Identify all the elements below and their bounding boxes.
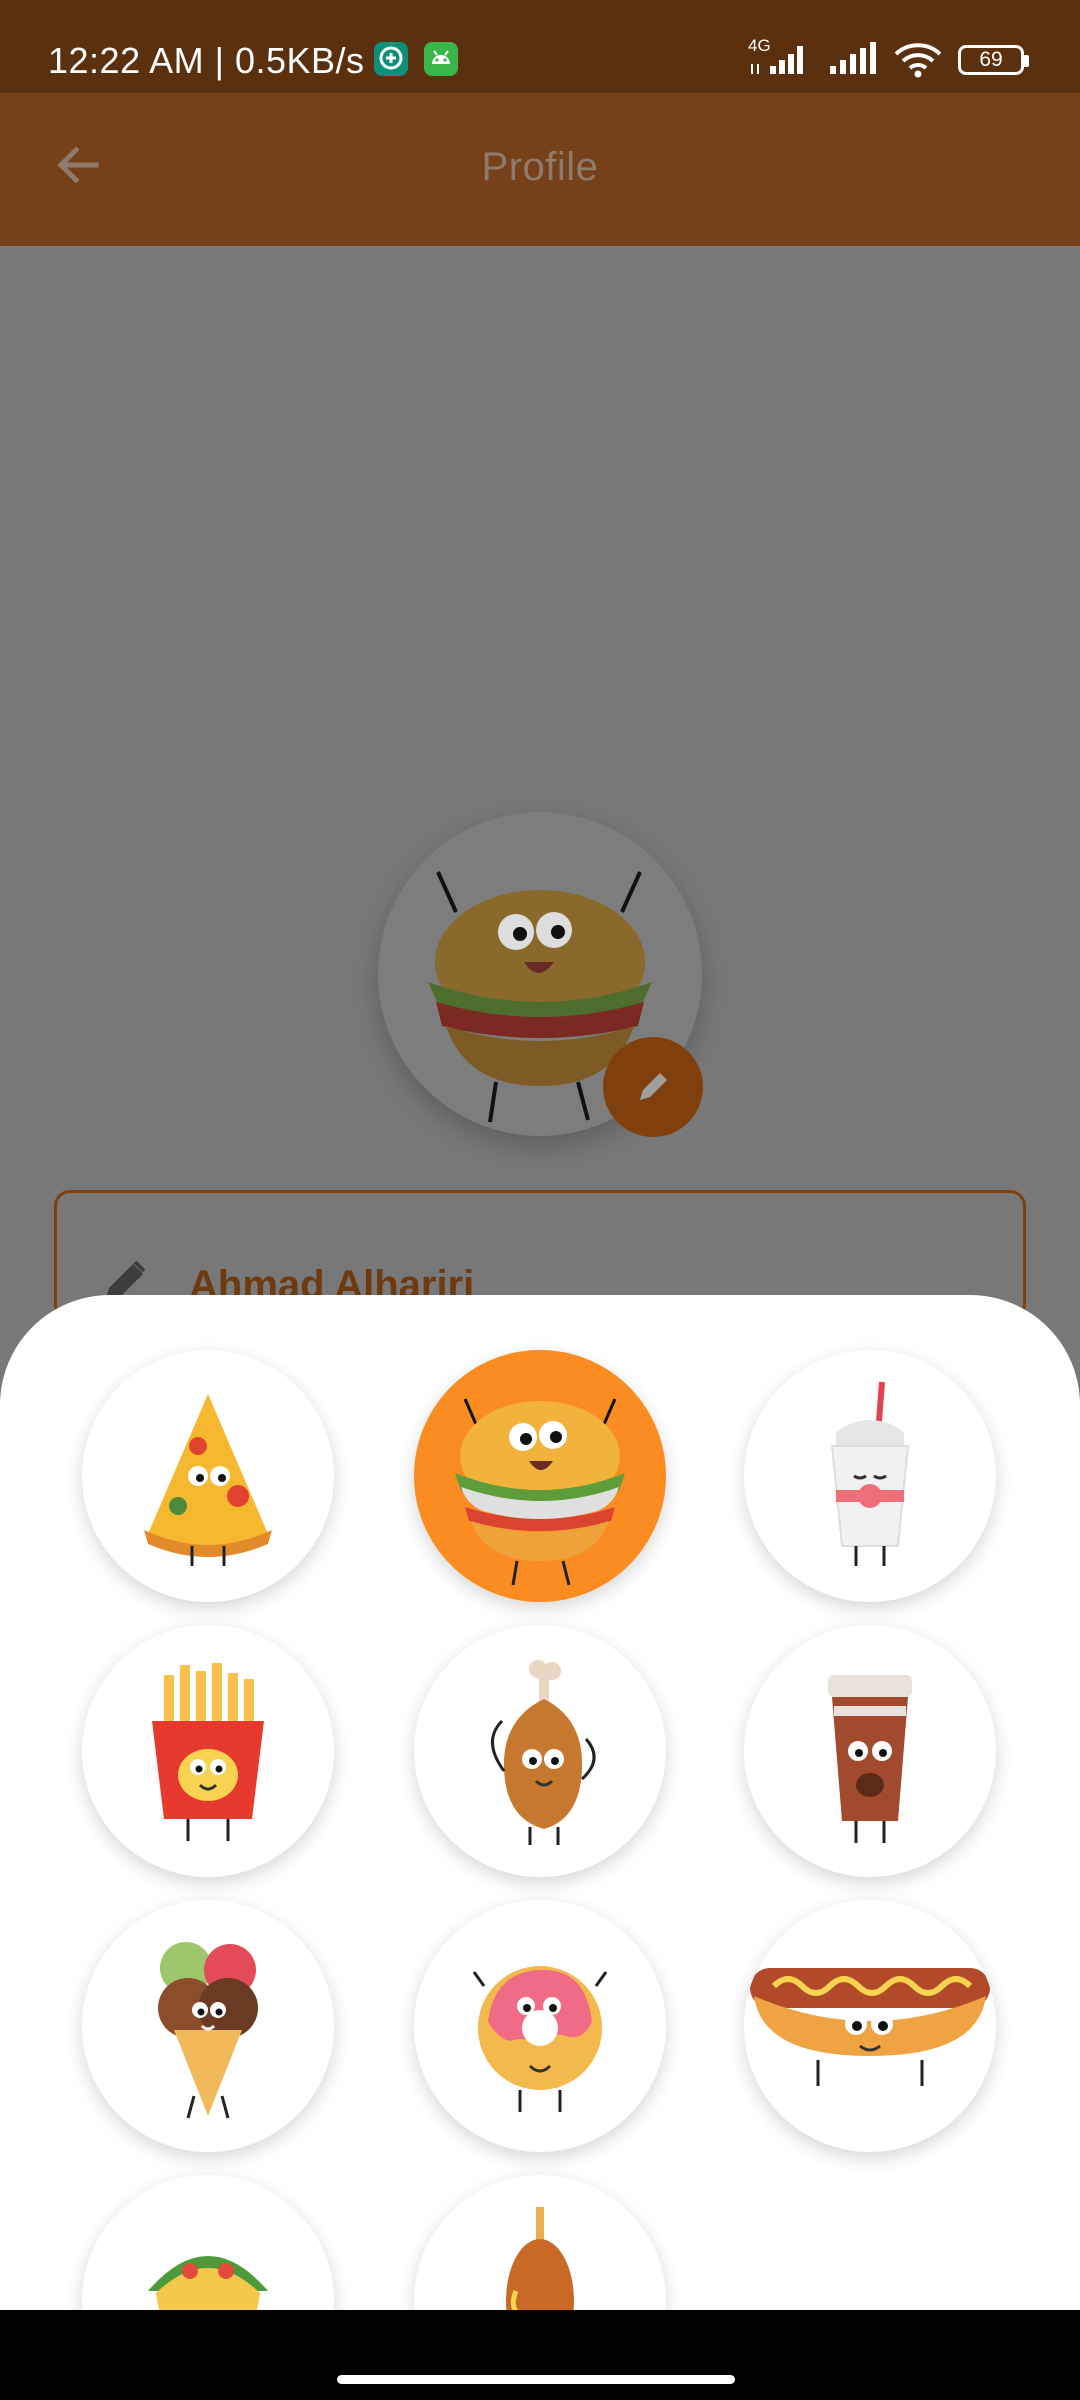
avatar-option-soda[interactable] xyxy=(744,1350,996,1602)
signal-4g-icon: 4G xyxy=(748,36,812,80)
status-bar: 12:22 AM | 0.5KB/s 4G 69 xyxy=(0,0,1080,93)
signal-icon xyxy=(830,42,876,74)
avatar-option-corn-dog[interactable] xyxy=(414,2175,666,2310)
avatar-option-coffee-cup[interactable] xyxy=(744,1625,996,1877)
ice-cream-icon xyxy=(158,1942,258,2119)
avatar-option-burger[interactable] xyxy=(414,1350,666,1602)
app-bar: Profile xyxy=(0,93,1080,246)
corn-dog-icon xyxy=(506,2207,574,2310)
fries-icon xyxy=(152,1663,264,1841)
avatar-option-hot-dog[interactable] xyxy=(744,1900,996,2152)
chat-app-icon xyxy=(374,42,408,76)
avatar-option-ice-cream[interactable] xyxy=(82,1900,334,2152)
pencil-icon xyxy=(640,1073,667,1100)
avatar-option-fries[interactable] xyxy=(82,1625,334,1877)
avatar-option-chicken-drumstick[interactable] xyxy=(414,1625,666,1877)
soda-cup-icon xyxy=(830,1381,910,1566)
avatar-option-taco[interactable] xyxy=(82,2175,334,2310)
home-indicator[interactable] xyxy=(337,2375,735,2384)
avatar-picker-sheet xyxy=(0,1295,1080,2310)
status-time: 12:22 AM | 0.5KB/s xyxy=(48,40,365,81)
battery-icon: 69 xyxy=(958,45,1029,75)
pizza-icon xyxy=(144,1394,272,1566)
chicken-drumstick-icon xyxy=(491,1660,596,1845)
avatar-option-pizza[interactable] xyxy=(82,1350,334,1602)
edit-avatar-button[interactable] xyxy=(603,1037,703,1137)
page-title: Profile xyxy=(481,145,599,189)
donut-icon xyxy=(472,1966,608,2112)
hot-dog-icon xyxy=(750,1968,990,2086)
wifi-icon xyxy=(894,43,942,78)
avatar-option-donut[interactable] xyxy=(414,1900,666,2152)
burger-icon xyxy=(455,1398,625,1586)
taco-icon xyxy=(148,2256,268,2310)
system-nav-bar xyxy=(0,2310,1080,2400)
coffee-cup-icon xyxy=(828,1675,912,1843)
android-app-icon xyxy=(424,42,458,76)
status-icons: 4G 69 xyxy=(748,36,1029,80)
